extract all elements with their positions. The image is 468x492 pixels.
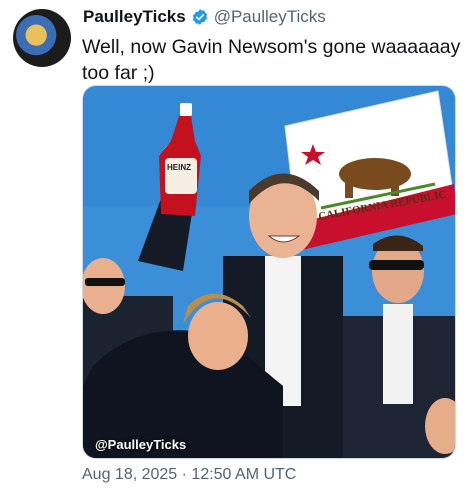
meme-illustration: CALIFORNIA REPUBLIC HEINZ [83,86,455,458]
tweet-image[interactable]: CALIFORNIA REPUBLIC HEINZ @PaulleyTicks [82,85,456,459]
tweet-header: PaulleyTicks @PaulleyTicks [83,7,458,27]
tweet-text: Well, now Gavin Newsom's gone waaaaaay t… [82,36,466,84]
display-name[interactable]: PaulleyTicks [83,7,186,27]
avatar[interactable] [13,9,71,67]
user-handle[interactable]: @PaulleyTicks [214,7,326,27]
tweet-timestamp[interactable]: Aug 18, 2025 · 12:50 AM UTC [82,466,296,484]
ketchup-label: HEINZ [167,163,191,172]
watermark: @PaulleyTicks [95,437,187,452]
verified-badge-icon [191,8,209,26]
